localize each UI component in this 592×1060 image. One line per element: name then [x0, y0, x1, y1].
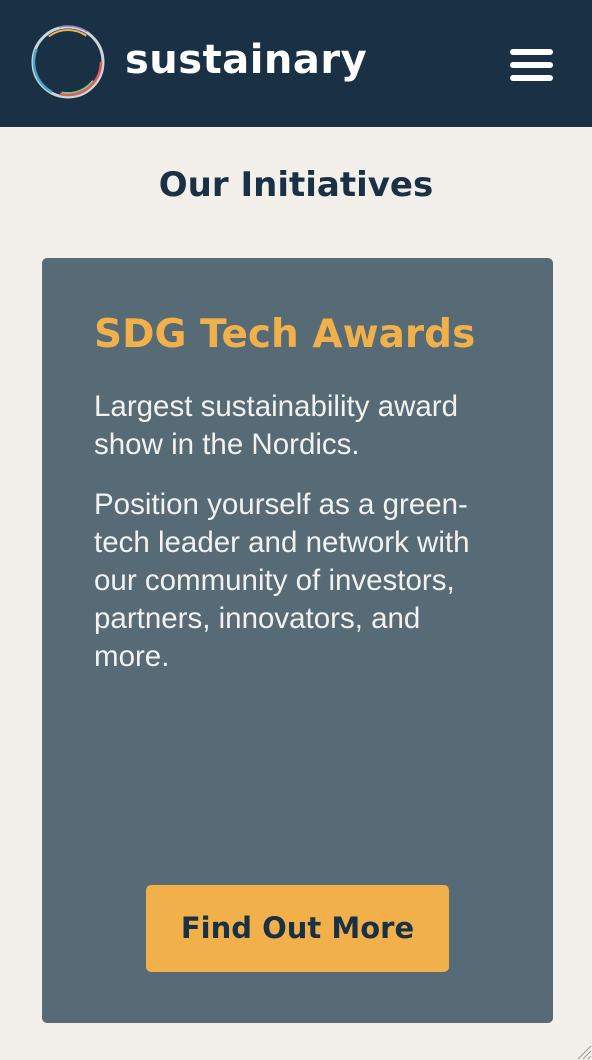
initiative-card: SDG Tech Awards Largest sustainability a… — [42, 258, 553, 1023]
card-description: Largest sustainability award show in the… — [94, 390, 459, 461]
card-details: Position yourself as a green-tech leader… — [94, 488, 470, 673]
site-header: sustainary — [0, 0, 592, 127]
section-title: Our Initiatives — [158, 165, 434, 205]
menu-line — [510, 49, 553, 55]
hamburger-menu-icon[interactable] — [500, 40, 562, 90]
card-title: SDG Tech Awards — [94, 312, 476, 357]
menu-line — [510, 75, 553, 81]
resize-grip-icon[interactable] — [574, 1042, 592, 1060]
brand-name[interactable]: sustainary — [125, 34, 367, 86]
find-out-more-button[interactable]: Find Out More — [146, 885, 449, 972]
circle-logo-icon[interactable] — [28, 22, 108, 102]
menu-line — [510, 62, 553, 68]
